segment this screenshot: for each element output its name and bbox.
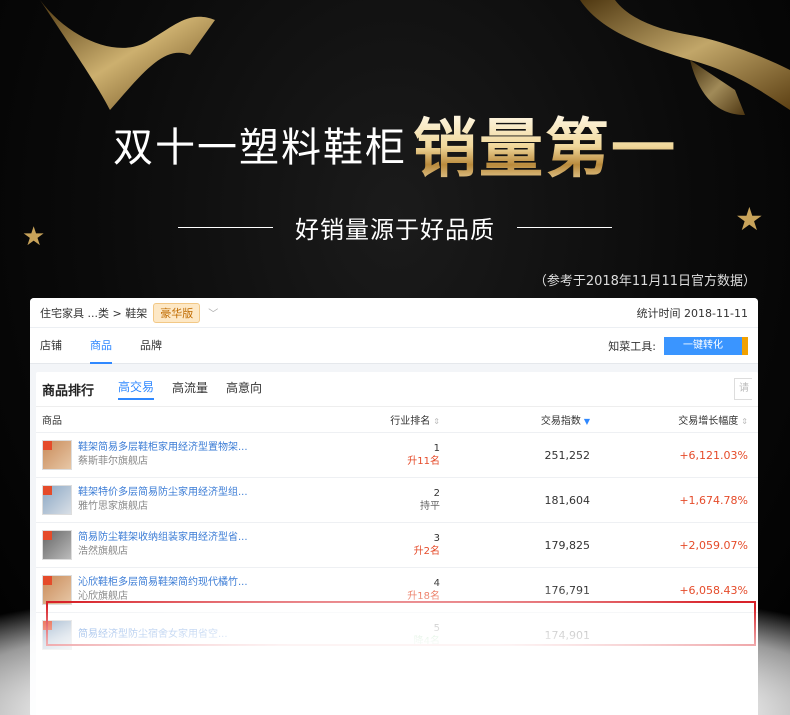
rank-value: 1 [433, 443, 440, 454]
header-index-label: 交易指数 [540, 416, 581, 427]
headline: 双十一塑料鞋柜销量第一 [0, 98, 790, 188]
table-row[interactable]: 简易防尘鞋架收纳组装家用经济型省... 浩然旗舰店 3 升2名 179,825 +2… [36, 522, 758, 567]
header-rank-label: 行业排名 [390, 416, 431, 427]
shop-name: 蔡斯菲尔旗舰店 [78, 456, 148, 467]
tab-high-traffic[interactable]: 高流量 [172, 379, 208, 399]
divider [178, 227, 273, 228]
trade-index: 181,604 [544, 493, 591, 507]
rank-change: 升2名 [413, 546, 440, 557]
growth-value: +2,059.07% [679, 538, 748, 552]
header-product: 商品 [42, 416, 62, 427]
product-thumbnail[interactable] [42, 530, 72, 560]
trade-index: 251,252 [544, 448, 591, 462]
header-growth[interactable]: 交易增长幅度 ⇕ [590, 412, 748, 427]
tab-high-trade[interactable]: 高交易 [118, 378, 155, 400]
version-badge: 豪华版 [153, 302, 201, 323]
header-growth-label: 交易增长幅度 [678, 416, 739, 427]
headline-small: 双十一塑料鞋柜 [113, 125, 407, 171]
tab-brand[interactable]: 品牌 [140, 328, 162, 364]
rank-cell: 2 持平 [304, 487, 440, 513]
subtitle-row: 好销量源于好品质 [0, 210, 790, 245]
header-rank[interactable]: 行业排名 ⇕ [304, 412, 440, 427]
tab-high-intent[interactable]: 高意向 [226, 379, 262, 399]
shop-name: 浩然旗舰店 [78, 546, 128, 557]
highlight-frame [46, 601, 756, 646]
product-link[interactable]: 沁欣鞋柜多层简易鞋架简约现代橘竹... [78, 576, 248, 590]
panel-title: 商品排行 [42, 383, 95, 399]
divider [517, 227, 612, 228]
product-thumbnail[interactable] [42, 485, 72, 515]
breadcrumb-bar: 住宅家具 ...类 > 鞋架 豪华版 ﹀ 统计时间 2018-11-11 [30, 298, 758, 328]
tool-edge-decoration [742, 336, 748, 355]
stat-time: 统计时间 2018-11-11 [636, 306, 748, 320]
search-input[interactable]: 请 [734, 378, 752, 400]
chevron-down-icon[interactable]: ﹀ [208, 305, 218, 320]
panel-header: 商品排行 高交易 高流量 高意向 请 [36, 372, 758, 406]
sort-icon[interactable]: ⇕ [433, 417, 440, 426]
product-link[interactable]: 鞋架简易多层鞋柜家用经济型置物架... [78, 441, 248, 455]
promo-tag-icon [43, 486, 52, 495]
rank-cell: 1 升11名 [304, 442, 440, 468]
promo-tag-icon [43, 531, 52, 540]
convert-button[interactable]: 一键转化 [664, 336, 742, 355]
trade-index: 179,825 [544, 538, 591, 552]
rank-change: 持平 [420, 501, 440, 512]
screenshot-card: 住宅家具 ...类 > 鞋架 豪华版 ﹀ 统计时间 2018-11-11 店铺 … [30, 298, 758, 715]
ranking-panel: 商品排行 高交易 高流量 高意向 请 商品 行业排名 ⇕ 交易指数 ▼ 交易增长幅度… [36, 372, 758, 715]
header-index[interactable]: 交易指数 ▼ [440, 412, 590, 427]
product-cell: 鞋架简易多层鞋柜家用经济型置物架... 蔡斯菲尔旗舰店 [42, 440, 304, 470]
rank-value: 4 [433, 578, 440, 589]
product-link[interactable]: 鞋架特价多层简易防尘家用经济型组... [78, 486, 248, 500]
tab-shop[interactable]: 店铺 [40, 328, 62, 364]
reference-note: （参考于2018年11月11日官方数据） [533, 274, 756, 289]
breadcrumb[interactable]: 住宅家具 ...类 > 鞋架 [40, 305, 147, 321]
rank-value: 3 [433, 533, 440, 544]
table-row[interactable]: 鞋架简易多层鞋柜家用经济型置物架... 蔡斯菲尔旗舰店 1 升11名 251,252… [36, 432, 758, 477]
table-header: 商品 行业排名 ⇕ 交易指数 ▼ 交易增长幅度 ⇕ [36, 406, 758, 432]
table-row[interactable]: 鞋架特价多层简易防尘家用经济型组... 雅竹思家旗舰店 2 持平 181,604 +… [36, 477, 758, 522]
product-cell: 简易防尘鞋架收纳组装家用经济型省... 浩然旗舰店 [42, 530, 304, 560]
growth-value: +6,058.43% [679, 583, 748, 597]
rank-value: 2 [433, 488, 440, 499]
headline-big: 销量第一 [413, 113, 677, 187]
product-cell: 鞋架特价多层简易防尘家用经济型组... 雅竹思家旗舰店 [42, 485, 304, 515]
sort-icon[interactable]: ⇕ [741, 417, 748, 426]
rank-cell: 4 升18名 [304, 577, 440, 603]
promo-tag-icon [43, 576, 52, 585]
rank-cell: 3 升2名 [304, 532, 440, 558]
trade-index: 176,791 [544, 583, 591, 597]
subtitle: 好销量源于好品质 [295, 216, 495, 244]
tool-label: 知菜工具: [608, 339, 656, 353]
shop-name: 雅竹思家旗舰店 [78, 501, 148, 512]
nav-bar: 店铺 商品 品牌 知菜工具: 一键转化 [30, 328, 758, 364]
rank-change: 升11名 [407, 456, 440, 467]
promo-tag-icon [43, 441, 52, 450]
growth-value: +6,121.03% [679, 448, 748, 462]
product-link[interactable]: 简易防尘鞋架收纳组装家用经济型省... [78, 531, 248, 545]
product-thumbnail[interactable] [42, 440, 72, 470]
growth-value: +1,674.78% [679, 493, 748, 507]
promo-banner: ★ ★ 双十一塑料鞋柜销量第一 好销量源于好品质 （参考于2018年11月11日… [0, 0, 790, 715]
tab-product[interactable]: 商品 [90, 328, 112, 364]
